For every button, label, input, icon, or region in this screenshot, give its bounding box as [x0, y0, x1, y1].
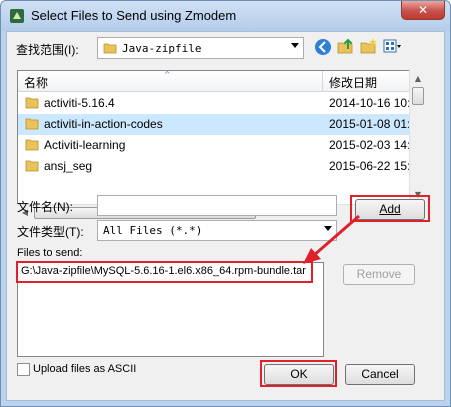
window-title: Select Files to Send using Zmodem [31, 8, 237, 23]
close-icon: ✕ [417, 3, 429, 17]
list-header: 名称 ^ 修改日期 [18, 71, 418, 92]
filetype-label: 文件类型(T): [17, 225, 84, 239]
file-date: 2015-02-03 14:4 [329, 138, 418, 152]
back-icon[interactable] [314, 38, 332, 56]
up-folder-icon[interactable] [337, 37, 355, 55]
list-item[interactable]: activiti-in-action-codes 2015-01-08 01:0 [18, 114, 418, 135]
file-name: activiti-5.16.4 [44, 96, 115, 110]
app-icon [10, 9, 24, 23]
chevron-down-icon [291, 43, 299, 48]
title-bar[interactable]: Select Files to Send using Zmodem ✕ [1, 1, 450, 31]
view-menu-icon[interactable] [383, 38, 401, 56]
file-name: ansj_seg [44, 159, 93, 173]
cancel-button[interactable]: Cancel [345, 364, 415, 385]
lookin-label: 查找范围(I): [16, 43, 79, 57]
list-item[interactable]: ansj_seg 2015-06-22 15:3 [18, 156, 418, 177]
lookin-value: Java-zipfile [122, 42, 202, 55]
file-name: activiti-in-action-codes [44, 117, 163, 131]
annotation-arrow-icon [303, 214, 360, 264]
vertical-scrollbar[interactable]: ▲ ▼ [409, 69, 427, 204]
ascii-checkbox[interactable] [17, 363, 30, 376]
dialog-body: 查找范围(I): Java-zipfile 名称 ^ 修改日期 activiti… [6, 31, 445, 401]
scroll-up-icon[interactable]: ▲ [410, 71, 426, 87]
filename-label: 文件名(N): [17, 200, 73, 214]
files-to-send-label: Files to send: [17, 247, 83, 259]
folder-icon [25, 139, 39, 151]
cancel-button-label: Cancel [361, 367, 399, 381]
sort-arrow-icon: ^ [164, 70, 171, 79]
close-button[interactable]: ✕ [401, 1, 445, 20]
filetype-value: All Files (*.*) [103, 224, 203, 237]
file-date: 2015-06-22 15:3 [329, 159, 418, 173]
folder-icon [25, 97, 39, 109]
column-header-modified[interactable]: 修改日期 [329, 74, 377, 91]
folder-icon [25, 160, 39, 172]
list-item[interactable]: Activiti-learning 2015-02-03 14:4 [18, 135, 418, 156]
list-item[interactable]: activiti-5.16.4 2014-10-16 10:2 [18, 93, 418, 114]
column-header-name[interactable]: 名称 [24, 74, 48, 91]
file-name: Activiti-learning [44, 138, 126, 152]
highlight-send-item [16, 261, 313, 283]
folder-icon [103, 43, 117, 54]
file-date: 2015-01-08 01:0 [329, 117, 418, 131]
ascii-label: Upload files as ASCII [33, 363, 137, 375]
highlight-ok [260, 360, 337, 387]
lookin-dropdown[interactable]: Java-zipfile [97, 37, 304, 59]
column-divider[interactable] [322, 71, 323, 91]
dialog-window: Select Files to Send using Zmodem ✕ 查找范围… [0, 0, 451, 407]
remove-button[interactable]: Remove [343, 264, 415, 285]
vertical-scroll-thumb[interactable] [412, 87, 424, 105]
remove-button-label: Remove [356, 267, 402, 281]
folder-icon [25, 118, 39, 130]
new-folder-icon[interactable] [360, 37, 378, 55]
file-date: 2014-10-16 10:2 [329, 96, 418, 110]
